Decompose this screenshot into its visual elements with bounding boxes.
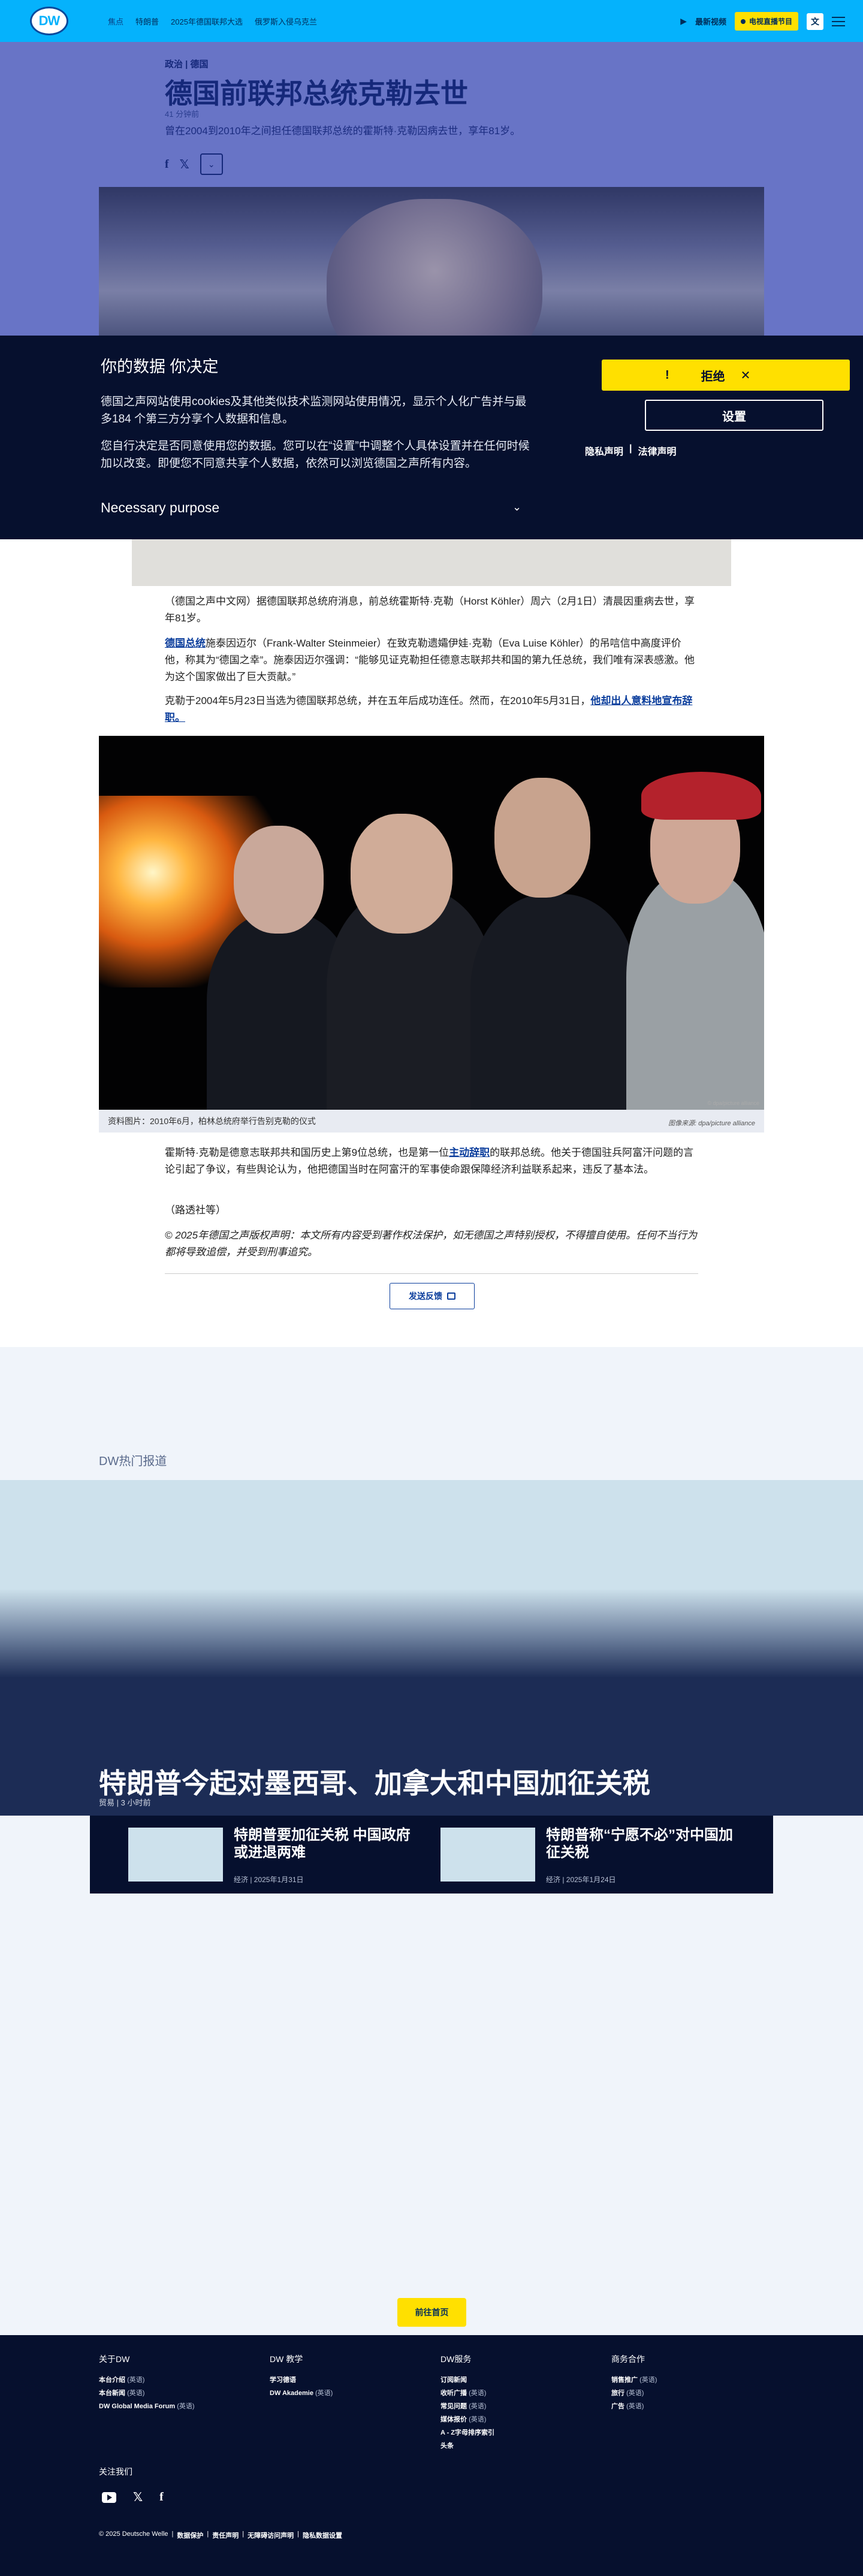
facebook-icon[interactable]: f	[165, 158, 169, 171]
hot-headline[interactable]: 特朗普今起对墨西哥、加拿大和中国加征关税	[99, 1762, 650, 1801]
footer-col-learn: DW 教学 学习德语 DW Akademie (英语)	[270, 2353, 333, 2400]
hero-image	[99, 187, 764, 336]
footer-link[interactable]: 学习德语	[270, 2373, 333, 2387]
footer-col-services: DW服务 订阅新闻 收听广播 (英语) 常见问题 (英语) 媒体报价 (英语) …	[440, 2353, 494, 2453]
footer-link[interactable]: 订阅新闻	[440, 2373, 494, 2387]
cookie-text-2: 您自行决定是否同意使用您的数据。您可以在“设置”中调整个人具体设置并在任何时候加…	[101, 440, 530, 470]
footer-link[interactable]: 广告 (英语)	[611, 2400, 657, 2413]
card-thumbnail[interactable]	[440, 1828, 535, 1882]
cookie-links: 隐私声明 | 法律声明	[585, 443, 677, 458]
footer-link[interactable]: A - Z字母排序索引	[440, 2426, 494, 2439]
nav-item-ukraine[interactable]: 俄罗斯入侵乌克兰	[255, 16, 317, 27]
header-actions: ▶ 最新视频 电视直播节目 文	[680, 12, 845, 31]
paragraph-4: 霍斯特·克勒是德意志联邦共和国历史上第9位总统，也是第一位主动辞职的联邦总统。他…	[165, 1147, 694, 1175]
footer-link[interactable]: 收听广播 (英语)	[440, 2387, 494, 2400]
footer-link[interactable]: DW Akademie (英语)	[270, 2387, 333, 2400]
image-credit: 图像来源: dpa/picture alliance	[668, 1120, 755, 1127]
card-meta: 经济 | 2025年1月24日	[546, 1876, 616, 1884]
dw-logo[interactable]: DW	[30, 7, 68, 35]
paragraph-1: （德国之声中文网）据德国联邦总统府消息，前总统霍斯特·克勒（Horst Köhl…	[165, 596, 695, 624]
footer-link[interactable]: 常见问题 (英语)	[440, 2400, 494, 2413]
source-line: （路透社等）	[165, 1204, 226, 1216]
cookie-text-1: 德国之声网站使用cookies及其他类似技术监测网站使用情况，显示个人化广告并与…	[101, 395, 527, 425]
image-placeholder	[132, 539, 731, 586]
accessibility-link[interactable]: 无障碍访问声明	[248, 2530, 294, 2540]
breadcrumb[interactable]: 政治 | 德国	[165, 58, 209, 70]
link-voluntary-resign[interactable]: 主动辞职	[449, 1147, 490, 1158]
necessary-purpose-toggle[interactable]: Necessary purpose	[101, 500, 219, 516]
x-icon[interactable]: 𝕏	[133, 2490, 143, 2505]
privacy-settings-link[interactable]: 隐私数据设置	[303, 2530, 342, 2540]
section-title-hot: DW热门报道	[99, 1455, 167, 1468]
card-title[interactable]: 特朗普要加征关税 中国政府或进退两难	[234, 1826, 414, 1861]
live-dot-icon	[740, 19, 746, 24]
link-president[interactable]: 德国总统	[165, 638, 206, 649]
image-watermark: © dpa/picture alliance	[707, 1100, 759, 1106]
footer-legal-links: © 2025 Deutsche Welle | 数据保护 | 责任声明 | 无障碍访问…	[99, 2530, 342, 2540]
x-icon[interactable]: 𝕏	[180, 157, 189, 172]
feedback-icon	[447, 1292, 455, 1300]
footer-col-business: 商务合作 销售推广 (英语) 旅行 (英语) 广告 (英语)	[611, 2353, 657, 2413]
share-bar: f 𝕏 ⌄	[165, 153, 223, 175]
image-caption: 资料图片：2010年6月，柏林总统府举行告别克勒的仪式	[99, 1110, 764, 1133]
nav-item-trump[interactable]: 特朗普	[135, 16, 159, 27]
hot-meta: 贸易 | 3 小时前	[99, 1798, 151, 1807]
hot-hero-image[interactable]	[0, 1480, 863, 1678]
paragraph-2: 德国总统施泰因迈尔（Frank-Walter Steinmeier）在致克勒遗孀…	[165, 638, 695, 682]
chevron-down-icon[interactable]: ⌄	[512, 501, 521, 514]
footer-link[interactable]: 本台新闻 (英语)	[99, 2387, 195, 2400]
publish-date: 41 分钟前	[165, 110, 200, 119]
legal-link[interactable]: 法律声明	[638, 443, 677, 458]
reject-button[interactable]: ! 拒绝 ✕	[602, 360, 850, 391]
article-teaser: 曾在2004到2010年之间担任德国联邦总统的霍斯特·克勒因病去世，享年81岁。	[165, 125, 521, 137]
paragraph-3: 克勒于2004年5月23日当选为德国联邦总统，并在五年后成功连任。然而，在201…	[165, 695, 693, 723]
social-links: 𝕏 f	[102, 2490, 164, 2505]
divider	[165, 1273, 698, 1274]
video-icon: ▶	[680, 16, 687, 26]
home-button[interactable]: 前往首页	[397, 2298, 466, 2327]
privacy-link[interactable]: 隐私声明	[585, 443, 623, 458]
follow-label: 关注我们	[99, 2467, 132, 2477]
nav-item-election[interactable]: 2025年德国联邦大选	[171, 16, 243, 27]
cookie-title: 你的数据 你决定	[101, 358, 219, 376]
more-share-icon[interactable]: ⌄	[200, 153, 223, 175]
close-icon: ✕	[740, 369, 751, 382]
feedback-button[interactable]: 发送反馈	[390, 1283, 475, 1309]
card-thumbnail[interactable]	[128, 1828, 223, 1882]
footer-link[interactable]: 旅行 (英语)	[611, 2387, 657, 2400]
language-button[interactable]: 文	[807, 13, 823, 30]
copyright-note: © 2025年德国之声版权声明：本文所有内容受到著作权法保护，如无德国之声特别授…	[165, 1230, 698, 1258]
latest-video-link[interactable]: 最新视频	[695, 16, 726, 27]
cookie-banner: 你的数据 你决定 德国之声网站使用cookies及其他类似技术监测网站使用情况，…	[0, 336, 863, 539]
nav-item-focus[interactable]: 焦点	[108, 16, 123, 27]
page-title: 德国前联邦总统克勒去世	[165, 78, 468, 109]
data-protection-link[interactable]: 数据保护	[177, 2530, 203, 2540]
exclamation-icon: !	[665, 368, 669, 382]
card-title[interactable]: 特朗普称“宁愿不必”对中国加征关税	[546, 1826, 738, 1861]
live-tv-button[interactable]: 电视直播节目	[734, 12, 798, 31]
youtube-icon[interactable]	[102, 2492, 116, 2503]
facebook-icon[interactable]: f	[159, 2490, 164, 2504]
footer-link[interactable]: 本台介绍 (英语)	[99, 2373, 195, 2387]
footer-link[interactable]: 销售推广 (英语)	[611, 2373, 657, 2387]
footer-col-about: 关于DW 本台介绍 (英语) 本台新闻 (英语) DW Global Media…	[99, 2353, 195, 2413]
top-nav: 焦点 特朗普 2025年德国联邦大选 俄罗斯入侵乌克兰	[108, 16, 317, 27]
footer-link[interactable]: 媒体报价 (英语)	[440, 2413, 494, 2426]
article-photo: © dpa/picture alliance	[99, 736, 764, 1110]
menu-icon[interactable]	[832, 16, 845, 26]
card-meta: 经济 | 2025年1月31日	[234, 1876, 304, 1884]
settings-button[interactable]: 设置	[645, 400, 823, 431]
site-footer: 关于DW 本台介绍 (英语) 本台新闻 (英语) DW Global Media…	[0, 2335, 863, 2576]
footer-link[interactable]: 头条	[440, 2439, 494, 2453]
footer-link[interactable]: DW Global Media Forum (英语)	[99, 2400, 195, 2413]
site-header: DW 焦点 特朗普 2025年德国联邦大选 俄罗斯入侵乌克兰 ▶ 最新视频 电视…	[0, 0, 863, 42]
related-cards: 特朗普要加征关税 中国政府或进退两难 经济 | 2025年1月31日 特朗普称“…	[90, 1816, 773, 1894]
disclaimer-link[interactable]: 责任声明	[212, 2530, 239, 2540]
